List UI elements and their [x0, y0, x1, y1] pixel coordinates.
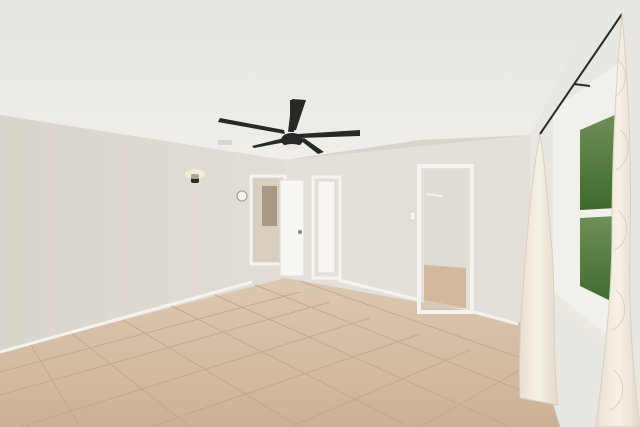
light-switch	[409, 211, 416, 221]
window-pane-upper	[580, 114, 617, 210]
fan-light	[283, 144, 301, 150]
sconce-glow	[185, 169, 205, 179]
door-knob	[298, 230, 302, 234]
wall-clock	[236, 190, 248, 202]
window-sash-rail	[579, 209, 618, 217]
room-photo	[0, 0, 640, 427]
ceiling-vent	[218, 140, 232, 145]
hall-inner-door	[262, 186, 277, 226]
bathroom-door-open	[279, 179, 305, 277]
closet-interior-wall	[424, 170, 466, 268]
closet-door	[317, 180, 336, 274]
